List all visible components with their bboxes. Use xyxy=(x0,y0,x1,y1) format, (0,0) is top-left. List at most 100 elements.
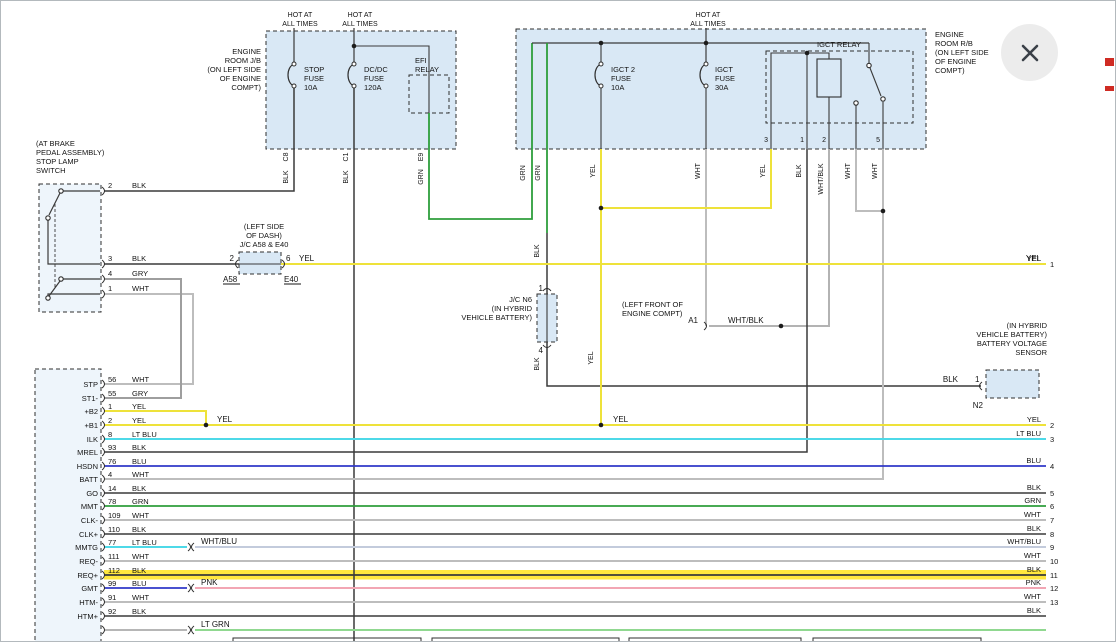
wire-continuation-number: 9 xyxy=(1050,543,1054,552)
diagram-label: WHT xyxy=(695,162,702,179)
ecu-pin-name: BATT xyxy=(79,475,98,484)
diagram-label: EFI xyxy=(415,56,427,65)
pin-bracket xyxy=(192,543,195,551)
diagram-label: FUSE xyxy=(611,74,631,83)
next-section-box-top xyxy=(629,638,801,641)
ecu-pin-number: 111 xyxy=(108,552,119,561)
diagram-label: HOT AT xyxy=(288,12,313,19)
wire-color-label: GRY xyxy=(132,269,148,278)
pin-bracket xyxy=(102,462,105,470)
pin-bracket xyxy=(102,407,105,415)
diagram-label: 10A xyxy=(611,83,624,92)
switch-pin-number: 4 xyxy=(108,269,112,278)
diagram-label: (AT BRAKE xyxy=(36,139,75,148)
pin-bracket xyxy=(192,626,195,634)
diagram-label: HOT AT xyxy=(696,12,721,19)
pin-bracket xyxy=(102,612,105,620)
ecu-pin-name: HSDN xyxy=(77,462,98,471)
close-icon xyxy=(1017,40,1043,66)
diagram-label: WHT xyxy=(872,162,879,179)
diagram-label: FUSE xyxy=(715,74,735,83)
diagram-label: BLK xyxy=(796,164,803,178)
pin-bracket xyxy=(188,543,191,551)
pin-bracket xyxy=(102,475,105,483)
switch-pin-number: 3 xyxy=(108,254,112,263)
diagram-label: J/C N6 xyxy=(509,295,532,304)
wire-color-label: BLK xyxy=(132,607,146,616)
pin-bracket xyxy=(102,290,105,298)
junction-dot xyxy=(352,44,357,49)
wire-color-label: GRY xyxy=(132,389,148,398)
wire-color-label: WHT xyxy=(1024,510,1041,519)
ecu-pin-name: +B2 xyxy=(84,407,98,416)
diagram-label: 6 xyxy=(286,254,291,263)
wire-color-label: BLK xyxy=(132,443,146,452)
diagram-label: STOP LAMP xyxy=(36,157,79,166)
next-section-box-top xyxy=(233,638,421,641)
diagram-label: 1 xyxy=(539,284,544,293)
diagram-label: A1 xyxy=(688,316,698,325)
ecu-pin-name: REQ- xyxy=(79,557,98,566)
wire-color-label: BLK xyxy=(1027,565,1041,574)
close-button[interactable] xyxy=(1001,24,1058,81)
wire-color-label: YEL xyxy=(1027,415,1041,424)
ecu-pin-number: 56 xyxy=(108,375,116,384)
ecu-pin-name: MREL xyxy=(77,448,98,457)
pin-bracket xyxy=(188,584,191,592)
stop-fuse-terminal xyxy=(292,84,296,88)
diagram-label: GRN xyxy=(535,165,542,181)
ecu-pin-number: 109 xyxy=(108,511,121,520)
wire-color-label: BLK xyxy=(1027,524,1041,533)
scroll-annotation-mark xyxy=(1105,58,1114,66)
pin-bracket xyxy=(102,557,105,565)
ecu-pin-number: 99 xyxy=(108,579,116,588)
diagram-label: ALL TIMES xyxy=(282,21,318,28)
diagram-label: YEL xyxy=(760,164,767,177)
wire-continuation-number: 2 xyxy=(1050,421,1054,430)
wire-color-label: WHT xyxy=(132,593,149,602)
wire-color-label: WHT xyxy=(132,470,149,479)
diagram-label: WHT/BLK xyxy=(728,316,764,325)
igct-fuse-terminal xyxy=(704,62,708,66)
diagram-label: 10A xyxy=(304,83,317,92)
wire-color-label: BLK xyxy=(1027,606,1041,615)
ecu-pin-name: REQ+ xyxy=(77,571,98,580)
diagram-label: ENGINE xyxy=(935,30,964,39)
contact-point xyxy=(46,216,50,220)
diagram-label: PNK xyxy=(201,578,218,587)
diagram-label: OF DASH) xyxy=(246,231,282,240)
relay-coil-yel xyxy=(601,149,771,208)
pin-bracket xyxy=(102,502,105,510)
contact-point xyxy=(59,277,63,281)
wire-color-label: BLK xyxy=(132,181,146,190)
diagram-label: J/C A58 & E40 xyxy=(240,240,289,249)
diagram-label: YEL xyxy=(299,254,315,263)
ecu-pin-name: ILK xyxy=(87,435,98,444)
pin-bracket xyxy=(102,260,105,268)
ecu-pin-name: STP xyxy=(83,380,98,389)
diagram-label: BATTERY VOLTAGE xyxy=(977,339,1047,348)
junction-dot xyxy=(204,423,209,428)
ecu-pin-number: 110 xyxy=(108,525,120,534)
pin-bracket xyxy=(102,626,105,634)
ecu-pin-name: GMT xyxy=(81,584,98,593)
diagram-label: ROOM R/B xyxy=(935,39,973,48)
diagram-label: COMPT) xyxy=(935,66,965,75)
ecu-pin-name: GO xyxy=(86,489,98,498)
wire-color-label: LT BLU xyxy=(132,538,157,547)
switch-pin-number: 2 xyxy=(108,181,112,190)
ecu-pin-number: 55 xyxy=(108,389,116,398)
ecu-pin-name: CLK- xyxy=(81,516,99,525)
wire-color-label: YEL xyxy=(132,402,146,411)
diagram-label: (IN HYBRID xyxy=(1007,321,1048,330)
ecu-pin-number: 8 xyxy=(108,430,112,439)
junction-dot xyxy=(599,206,604,211)
ecu-pin-number: 2 xyxy=(108,416,112,425)
diagram-label: VEHICLE BATTERY) xyxy=(976,330,1047,339)
diagram-label: OF ENGINE xyxy=(220,74,261,83)
diagram-label: ROOM J/B xyxy=(225,56,261,65)
diagram-label: A58 xyxy=(223,275,238,284)
diagram-label: ALL TIMES xyxy=(690,21,726,28)
wire-color-label: WHT xyxy=(132,375,149,384)
junction-dot xyxy=(599,41,604,46)
